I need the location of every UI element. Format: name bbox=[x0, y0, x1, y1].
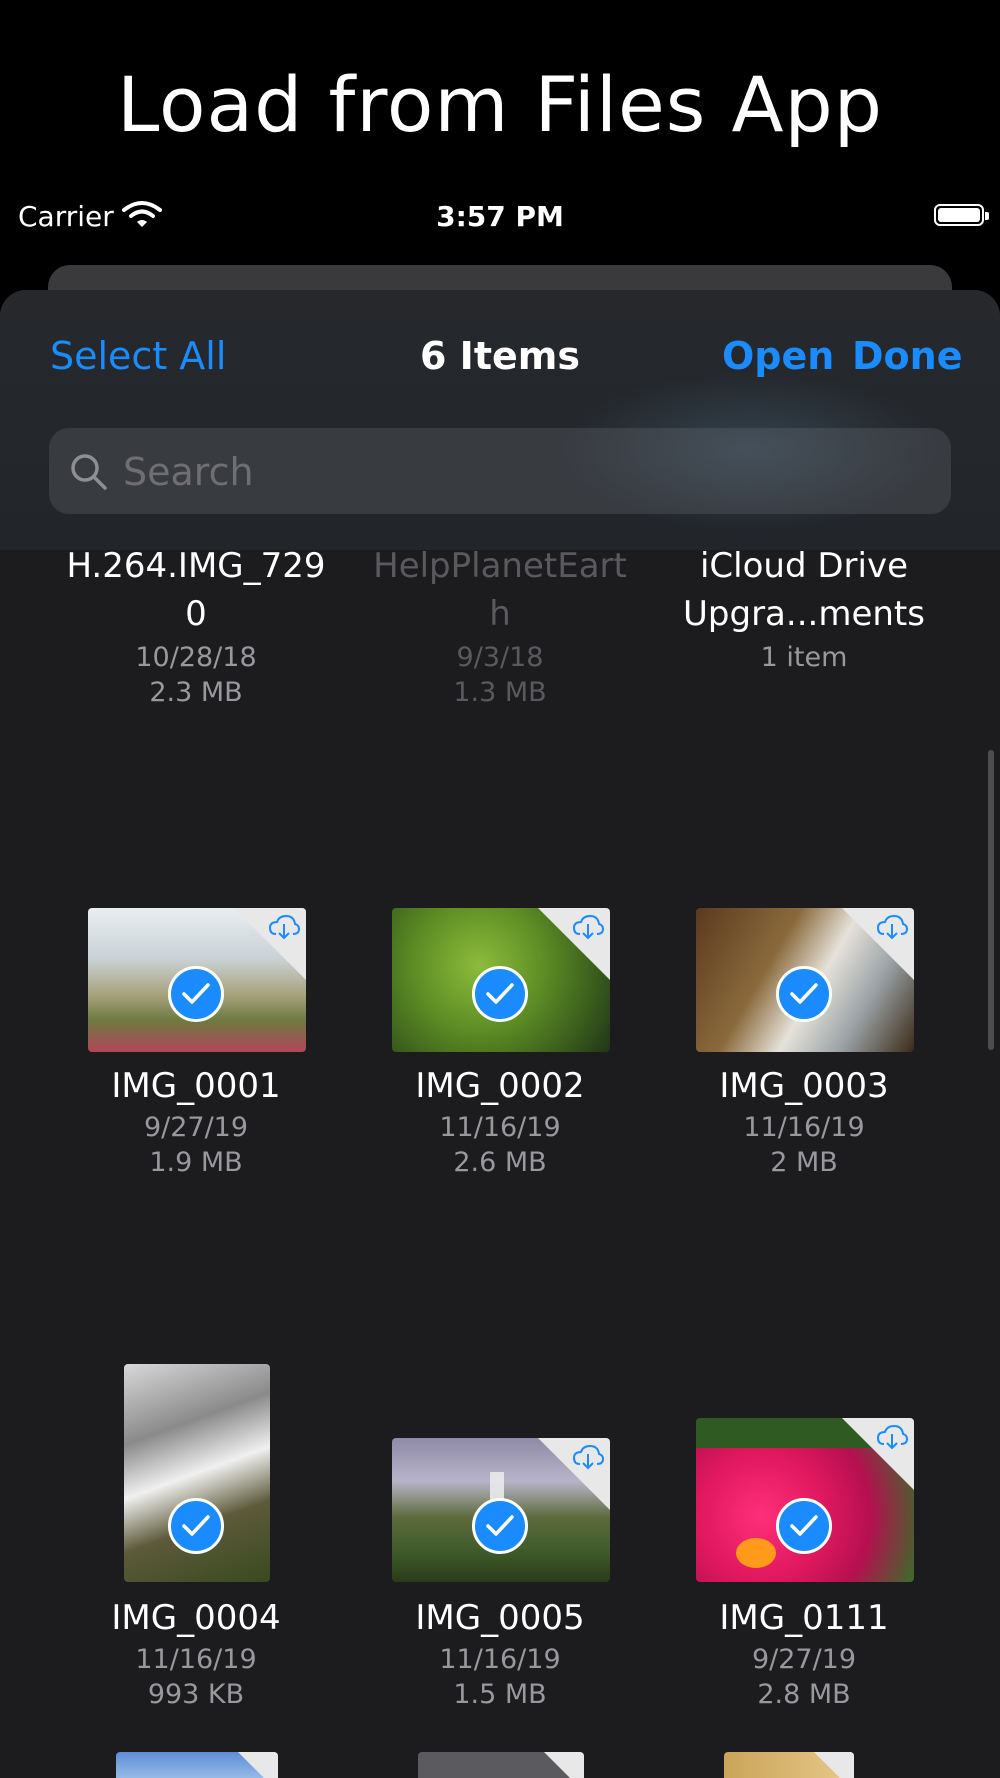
file-size: 1.3 MB bbox=[453, 677, 547, 708]
file-name: IMG_0003 bbox=[719, 1066, 889, 1106]
file-thumbnail[interactable] bbox=[418, 1752, 584, 1778]
file-size: 2.6 MB bbox=[453, 1147, 547, 1178]
selected-checkmark-icon[interactable] bbox=[776, 1498, 832, 1554]
file-size: 1.9 MB bbox=[149, 1147, 243, 1178]
file-size: 2 MB bbox=[770, 1147, 838, 1178]
file-date: 11/16/19 bbox=[439, 1644, 561, 1675]
cloud-download-icon bbox=[876, 914, 908, 940]
select-all-button[interactable]: Select All bbox=[50, 334, 226, 378]
file-name: H.264.IMG_729 0 bbox=[66, 546, 326, 634]
file-size: 2.3 MB bbox=[149, 677, 243, 708]
file-date: 9/3/18 bbox=[456, 642, 544, 673]
file-name: IMG_0111 bbox=[719, 1598, 889, 1638]
file-size: 993 KB bbox=[147, 1679, 245, 1710]
file-name: IMG_0001 bbox=[111, 1066, 281, 1106]
selected-checkmark-icon[interactable] bbox=[168, 1498, 224, 1554]
page-headline: Load from Files App bbox=[117, 60, 883, 149]
status-time: 3:57 PM bbox=[436, 200, 564, 233]
search-icon bbox=[71, 454, 107, 490]
search-bar[interactable] bbox=[49, 428, 951, 516]
file-thumbnail[interactable] bbox=[116, 1752, 278, 1778]
file-date: 11/16/19 bbox=[439, 1112, 561, 1143]
file-date: 9/27/19 bbox=[143, 1112, 249, 1143]
done-button[interactable]: Done bbox=[852, 334, 962, 378]
file-date: 11/16/19 bbox=[743, 1112, 865, 1143]
cloud-download-icon bbox=[572, 1444, 604, 1470]
selected-checkmark-icon[interactable] bbox=[472, 1498, 528, 1554]
search-input[interactable] bbox=[121, 428, 925, 516]
cloud-download-icon bbox=[268, 914, 300, 940]
open-button[interactable]: Open bbox=[722, 334, 834, 378]
file-date: 11/16/19 bbox=[135, 1644, 257, 1675]
status-bar: Carrier 3:57 PM bbox=[0, 196, 1000, 240]
file-name: IMG_0002 bbox=[415, 1066, 585, 1106]
file-name: HelpPlanetEart h bbox=[373, 546, 627, 634]
file-date: 10/28/18 bbox=[135, 642, 257, 673]
cloud-download-icon bbox=[572, 914, 604, 940]
selected-checkmark-icon[interactable] bbox=[776, 966, 832, 1022]
scroll-indicator[interactable] bbox=[988, 750, 994, 1050]
file-date: 9/27/19 bbox=[751, 1644, 857, 1675]
file-name: IMG_0005 bbox=[415, 1598, 585, 1638]
selected-checkmark-icon[interactable] bbox=[472, 966, 528, 1022]
cloud-download-icon bbox=[876, 1424, 908, 1450]
file-browser-sheet: H.264.IMG_729 0 10/28/18 2.3 MB HelpPlan… bbox=[0, 290, 1000, 1778]
file-name: IMG_0004 bbox=[111, 1598, 281, 1638]
battery-icon bbox=[934, 204, 989, 226]
file-size: 2.8 MB bbox=[757, 1679, 851, 1710]
folder-name: iCloud Drive Upgra...ments bbox=[683, 546, 925, 634]
folder-count: 1 item bbox=[760, 642, 848, 673]
file-size: 1.5 MB bbox=[453, 1679, 547, 1710]
file-thumbnail[interactable] bbox=[724, 1752, 854, 1778]
navigation-bar: Select All 6 Items Open Done bbox=[0, 290, 1000, 550]
selected-checkmark-icon[interactable] bbox=[168, 966, 224, 1022]
